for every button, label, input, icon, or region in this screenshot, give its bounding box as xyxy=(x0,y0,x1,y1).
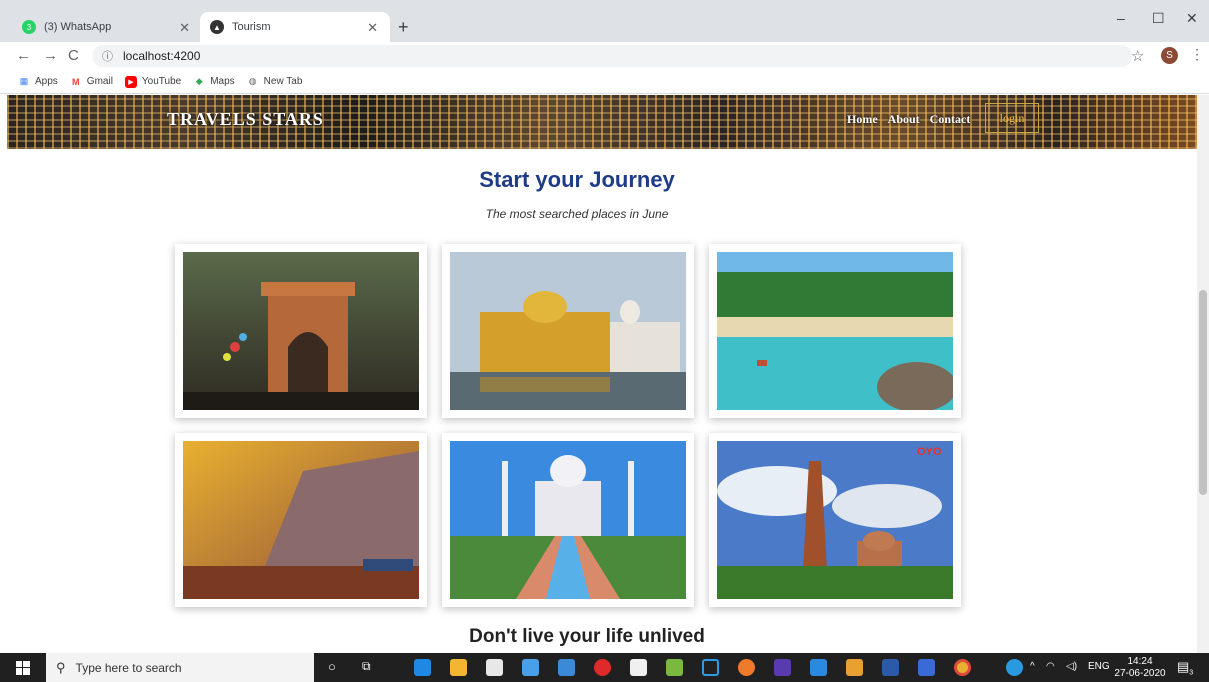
bookmark-star-icon[interactable]: ☆ xyxy=(1131,47,1144,65)
section-subtitle: The most searched places in June xyxy=(485,207,669,221)
forward-icon[interactable]: → xyxy=(43,47,58,64)
file-explorer-icon[interactable] xyxy=(450,659,467,676)
volume-icon[interactable]: ◁) xyxy=(1066,661,1077,672)
bookmark-gmail[interactable]: M Gmail xyxy=(70,76,113,88)
wifi-icon[interactable]: ◠ xyxy=(1046,661,1055,672)
chevron-up-icon[interactable]: ^ xyxy=(1030,661,1035,672)
taskbar: ⚲ Type here to search ○ ⧉ ^ ◠ ◁) ENG 14:… xyxy=(0,653,1209,682)
site-brand[interactable]: TRAVELS STARS xyxy=(167,109,324,130)
gallery-card[interactable]: OYO xyxy=(709,433,961,607)
gallery-card[interactable] xyxy=(442,433,694,607)
mail-icon[interactable] xyxy=(558,659,575,676)
bookmark-apps[interactable]: ▦ Apps xyxy=(18,76,58,88)
maps-icon: ◆ xyxy=(195,76,203,86)
goa-beach-image xyxy=(717,252,957,412)
app-icon[interactable] xyxy=(918,659,935,676)
chrome-icon[interactable] xyxy=(954,659,971,676)
windows-icon xyxy=(16,660,30,675)
vscode-icon[interactable] xyxy=(810,659,827,676)
start-button[interactable] xyxy=(0,653,46,682)
git-icon[interactable] xyxy=(846,659,863,676)
whatsapp-icon: 3 xyxy=(22,20,36,34)
task-view-icon[interactable]: ⧉ xyxy=(362,659,371,674)
cortana-icon[interactable]: ○ xyxy=(328,659,336,674)
gallery-card[interactable] xyxy=(709,244,961,418)
edge-icon[interactable] xyxy=(414,659,431,676)
close-window-button[interactable]: ✕ xyxy=(1186,10,1198,27)
notepad-icon[interactable] xyxy=(630,659,647,676)
oyo-watermark: OYO xyxy=(917,446,942,458)
bolt-app-icon[interactable] xyxy=(702,659,719,676)
login-button[interactable]: login xyxy=(985,103,1039,133)
nav-home[interactable]: Home xyxy=(847,112,878,127)
notification-center-icon[interactable]: ▤3 xyxy=(1177,659,1193,677)
bookmark-youtube[interactable]: ▶ YouTube xyxy=(124,75,181,88)
help-icon[interactable] xyxy=(1006,659,1023,676)
back-icon[interactable]: ← xyxy=(16,47,31,64)
url-field[interactable]: ⓘ localhost:4200 xyxy=(92,45,1132,67)
bookmark-new-tab[interactable]: ◍ New Tab xyxy=(247,76,303,88)
bookmarks-bar: ▦ Apps M Gmail ▶ YouTube ◆ Maps ◍ New Ta… xyxy=(0,70,1209,94)
taskbar-search[interactable]: ⚲ Type here to search xyxy=(46,653,314,682)
section-title: Start your Journey xyxy=(479,167,675,192)
clock[interactable]: 14:24 27-06-2020 xyxy=(1113,656,1167,680)
minimize-button[interactable]: – xyxy=(1117,10,1125,26)
close-tab-icon[interactable]: ✕ xyxy=(179,20,190,36)
dropbox-icon[interactable] xyxy=(522,659,539,676)
new-tab-button[interactable]: + xyxy=(398,17,409,38)
qutub-minar-image: OYO xyxy=(717,441,953,599)
gallery-card[interactable] xyxy=(175,433,427,607)
varanasi-ghats-image xyxy=(183,441,419,599)
nav-about[interactable]: About xyxy=(888,112,920,127)
search-placeholder: Type here to search xyxy=(75,660,182,675)
browser-tab-bar: 3 (3) WhatsApp ✕ ▲ Tourism ✕ + – ☐ ✕ xyxy=(0,0,1209,42)
language-indicator[interactable]: ENG xyxy=(1088,661,1110,672)
tab-label: Tourism xyxy=(232,21,271,33)
visual-studio-icon[interactable] xyxy=(774,659,791,676)
android-studio-icon[interactable] xyxy=(666,659,683,676)
page-scrollbar[interactable] xyxy=(1197,95,1209,653)
word-icon[interactable] xyxy=(882,659,899,676)
india-gate-image xyxy=(183,252,419,410)
firefox-icon[interactable] xyxy=(738,659,755,676)
address-bar-row: ← → C ⓘ localhost:4200 ☆ S ⋮ xyxy=(0,42,1209,70)
close-tab-icon[interactable]: ✕ xyxy=(367,20,378,36)
notification-count: 3 xyxy=(1189,669,1194,677)
tab-whatsapp[interactable]: 3 (3) WhatsApp ✕ xyxy=(12,12,202,42)
info-icon[interactable]: ⓘ xyxy=(102,48,113,64)
bookmark-maps[interactable]: ◆ Maps xyxy=(193,76,235,88)
tab-tourism[interactable]: ▲ Tourism ✕ xyxy=(200,12,390,42)
taj-mahal-image xyxy=(450,441,686,599)
angular-icon: ▲ xyxy=(210,20,224,34)
globe-icon: ◍ xyxy=(248,76,257,86)
menu-kebab-icon[interactable]: ⋮ xyxy=(1190,46,1204,63)
profile-avatar[interactable]: S xyxy=(1161,47,1178,64)
clock-time: 14:24 xyxy=(1127,656,1153,667)
page-viewport: TRAVELS STARS Home About Contact login S… xyxy=(0,95,1209,653)
search-icon: ⚲ xyxy=(56,659,66,675)
reload-icon[interactable]: C xyxy=(68,47,79,64)
tab-label: (3) WhatsApp xyxy=(44,21,112,33)
opera-icon[interactable] xyxy=(594,659,611,676)
store-icon[interactable] xyxy=(486,659,503,676)
clock-date: 27-06-2020 xyxy=(1114,668,1166,679)
gallery-card[interactable] xyxy=(442,244,694,418)
gmail-icon: M xyxy=(72,76,80,87)
hero-banner: TRAVELS STARS Home About Contact login xyxy=(7,95,1197,149)
url-text: localhost:4200 xyxy=(123,49,201,63)
maximize-button[interactable]: ☐ xyxy=(1152,10,1165,27)
gallery-card[interactable] xyxy=(175,244,427,418)
youtube-icon: ▶ xyxy=(124,75,137,88)
golden-temple-image xyxy=(450,252,686,410)
scrollbar-thumb[interactable] xyxy=(1199,290,1207,495)
bottom-heading: Don't live your life unlived xyxy=(469,626,705,647)
site-nav: Home About Contact xyxy=(847,112,980,127)
apps-grid-icon: ▦ xyxy=(19,76,29,86)
nav-contact[interactable]: Contact xyxy=(930,112,971,127)
